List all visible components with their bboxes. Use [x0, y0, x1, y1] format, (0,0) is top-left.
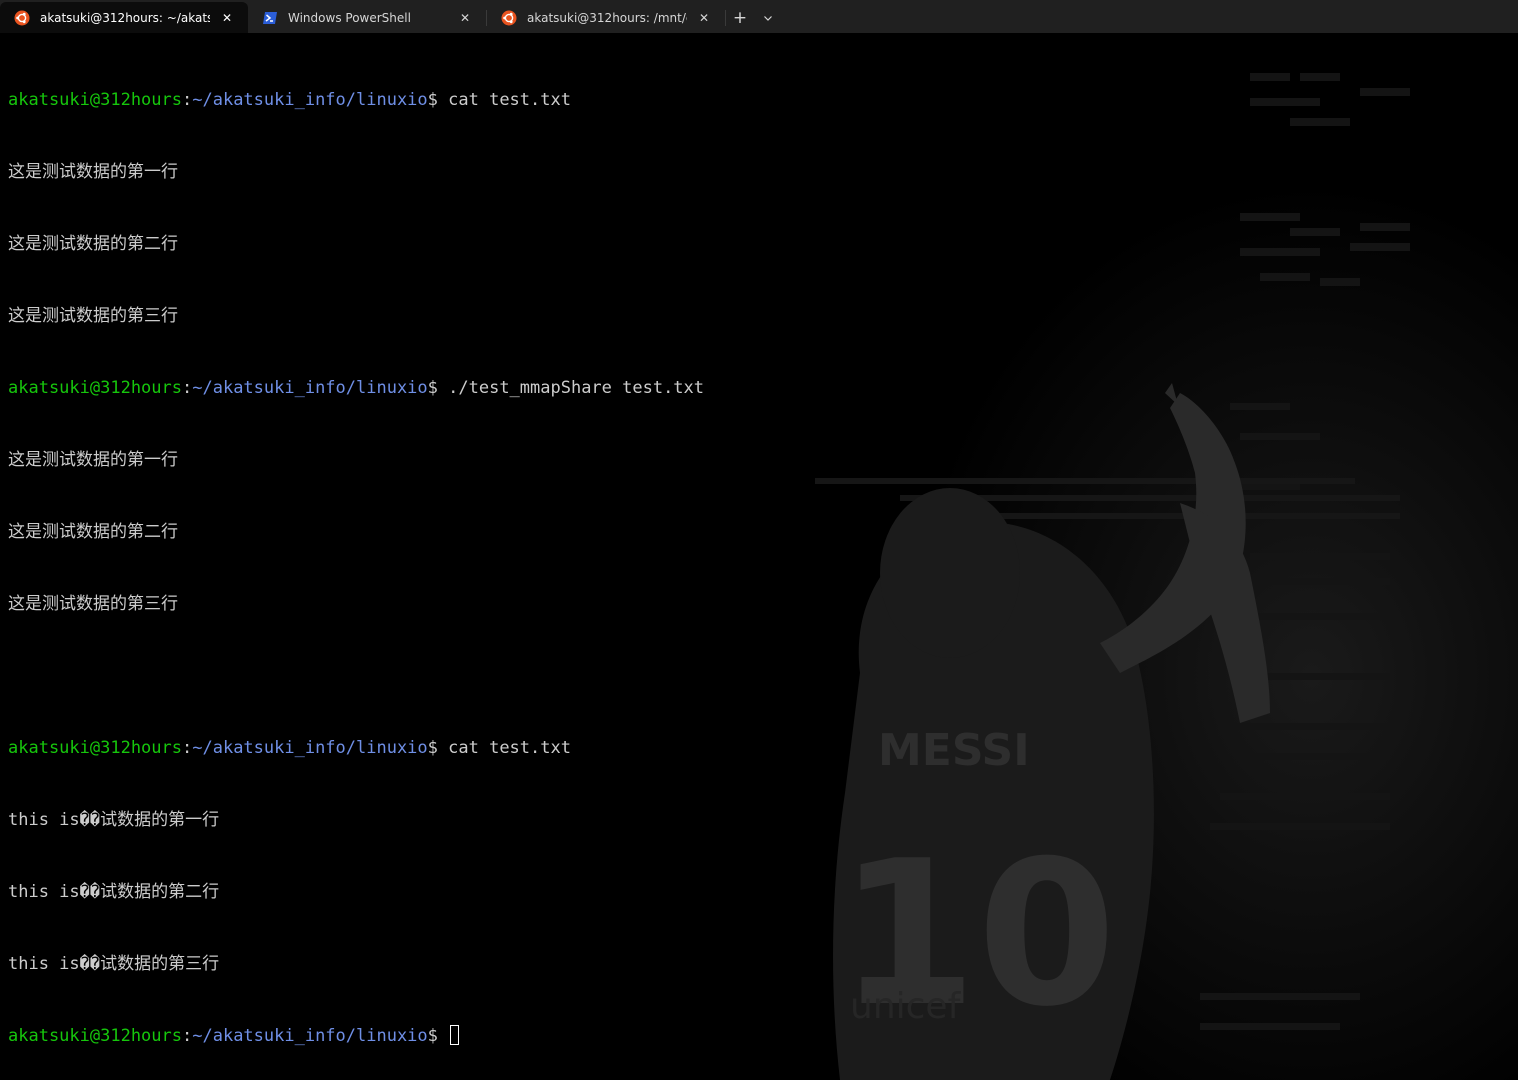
command-text: ./test_mmapShare test.txt	[437, 378, 705, 398]
terminal-pane[interactable]: MESSI 10 unicef akatsuki@312hours:~/akat…	[0, 33, 1518, 1080]
tab-ubuntu-mnt[interactable]: akatsuki@312hours: /mnt/e/gi ✕	[487, 2, 725, 33]
plus-icon: +	[732, 7, 748, 28]
text-cursor	[450, 1025, 460, 1045]
output-line: 这是测试数据的第三行	[8, 306, 178, 326]
ubuntu-icon	[14, 10, 30, 26]
output-line: 这是测试数据的第三行	[8, 594, 178, 614]
close-icon[interactable]: ✕	[456, 9, 474, 27]
profile-dropdown-button[interactable]	[754, 4, 782, 32]
tab-title: Windows PowerShell	[288, 10, 411, 25]
output-line: 这是测试数据的第二行	[8, 234, 178, 254]
scrollbar[interactable]	[1504, 33, 1518, 1080]
command-text: cat test.txt	[437, 738, 571, 758]
tab-ubuntu-akatsu[interactable]: akatsuki@312hours: ~/akatsu ✕	[0, 2, 248, 33]
jersey-sponsor: unicef	[850, 986, 962, 1027]
tab-title: akatsuki@312hours: /mnt/e/gi	[527, 10, 687, 25]
output-line: this is��试数据的第三行	[8, 954, 220, 974]
close-icon[interactable]: ✕	[695, 9, 713, 27]
terminal-window: akatsuki@312hours: ~/akatsu ✕ Windows Po…	[0, 0, 1518, 1080]
command-text	[438, 1026, 448, 1046]
output-line: 这是测试数据的第二行	[8, 522, 178, 542]
prompt-line: akatsuki@312hours:~/akatsuki_info/linuxi…	[8, 1024, 704, 1048]
terminal-output: akatsuki@312hours:~/akatsuki_info/linuxi…	[8, 40, 704, 1080]
tab-title: akatsuki@312hours: ~/akatsu	[40, 10, 210, 25]
ubuntu-icon	[501, 10, 517, 26]
close-icon[interactable]: ✕	[218, 9, 236, 27]
output-line: this is��试数据的第一行	[8, 810, 220, 830]
powershell-icon	[262, 10, 278, 26]
prompt-line: akatsuki@312hours:~/akatsuki_info/linuxi…	[8, 738, 571, 758]
prompt-line: akatsuki@312hours:~/akatsuki_info/linuxi…	[8, 378, 705, 398]
new-tab-button[interactable]: +	[726, 4, 754, 32]
output-line: 这是测试数据的第一行	[8, 450, 178, 470]
command-text: cat test.txt	[437, 90, 571, 110]
jersey-name: MESSI	[878, 725, 1030, 776]
output-line: 这是测试数据的第一行	[8, 162, 178, 182]
tab-bar: akatsuki@312hours: ~/akatsu ✕ Windows Po…	[0, 0, 1518, 33]
tab-windows-powershell[interactable]: Windows PowerShell ✕	[248, 2, 486, 33]
prompt-line: akatsuki@312hours:~/akatsuki_info/linuxi…	[8, 90, 571, 110]
output-line: this is��试数据的第二行	[8, 882, 220, 902]
chevron-down-icon	[764, 15, 772, 21]
